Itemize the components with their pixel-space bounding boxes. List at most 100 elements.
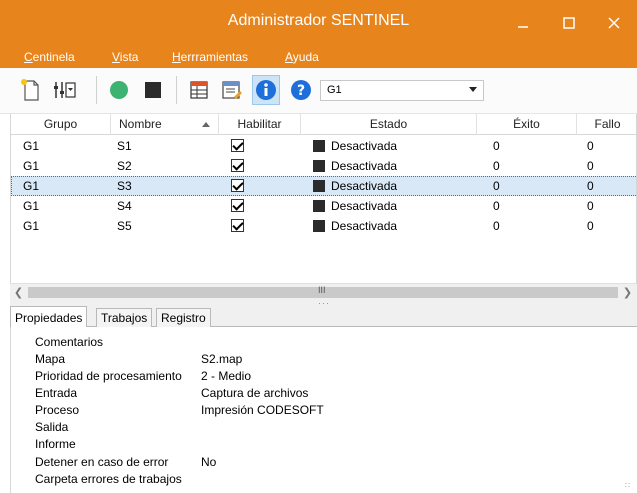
settings-button[interactable] — [50, 75, 78, 105]
table-row[interactable]: G1 S5 Desactivada 0 0 — [11, 216, 636, 236]
cell-fallo: 0 — [587, 219, 594, 233]
table-row[interactable]: G1 S4 Desactivada 0 0 — [11, 196, 636, 216]
maximize-button[interactable] — [546, 6, 592, 40]
column-header-habilitar[interactable]: Habilitar — [219, 114, 301, 135]
enable-checkbox[interactable] — [231, 199, 244, 212]
table-row[interactable]: G1 S2 Desactivada 0 0 — [11, 156, 636, 176]
cell-estado: Desactivada — [331, 219, 398, 233]
prop-label-comentarios: Comentarios — [35, 335, 104, 349]
group-selector[interactable]: G1 — [320, 80, 484, 101]
cell-grupo: G1 — [23, 139, 40, 153]
cell-fallo: 0 — [587, 159, 594, 173]
cell-nombre: S5 — [117, 219, 132, 233]
detail-tabs: Propiedades Trabajos Registro — [10, 306, 637, 328]
status-indicator — [313, 200, 325, 212]
prop-value-detener: No — [201, 455, 217, 469]
title-bar: Administrador SENTINEL — [0, 0, 637, 46]
svg-text:?: ? — [297, 83, 305, 99]
cell-grupo: G1 — [23, 179, 40, 193]
cell-estado: Desactivada — [331, 159, 398, 173]
tab-propiedades[interactable]: Propiedades — [10, 306, 88, 328]
cell-fallo: 0 — [587, 139, 594, 153]
prop-label-mapa: Mapa — [35, 352, 66, 366]
properties-panel: Comentarios Mapa S2.map Prioridad de pro… — [10, 327, 637, 493]
toolbar: ? G1 — [0, 68, 637, 114]
cell-exito: 0 — [493, 159, 500, 173]
menu-centinela[interactable]: Centinela — [24, 50, 75, 64]
app-window: Administrador SENTINEL Centinela Vista H… — [0, 0, 637, 493]
sliders-icon — [54, 82, 76, 98]
new-document-icon — [21, 79, 39, 101]
cell-nombre: S3 — [117, 179, 132, 193]
cell-estado: Desactivada — [331, 179, 398, 193]
start-icon — [110, 81, 128, 99]
properties-icon — [222, 81, 242, 99]
table-row-selected[interactable]: G1 S3 Desactivada 0 0 — [11, 176, 636, 196]
prop-label-carpeta-errores: Carpeta errores de trabajos — [35, 472, 182, 486]
status-indicator — [313, 220, 325, 232]
stop-button[interactable] — [139, 75, 167, 105]
minimize-button[interactable] — [500, 6, 546, 40]
column-header-exito[interactable]: Éxito — [477, 114, 577, 135]
sentinel-grid: Grupo Nombre Habilitar Estado Éxito Fall… — [10, 114, 637, 300]
info-button[interactable] — [252, 75, 280, 105]
sort-ascending-icon — [202, 122, 210, 127]
status-indicator — [313, 180, 325, 192]
toolbar-separator — [176, 76, 177, 104]
table-row[interactable]: G1 S1 Desactivada 0 0 — [11, 136, 636, 156]
scrollbar-thumb[interactable]: III — [28, 285, 618, 298]
enable-checkbox[interactable] — [231, 179, 244, 192]
edit-properties-button[interactable] — [218, 75, 246, 105]
cell-fallo: 0 — [587, 199, 594, 213]
grid-header: Grupo Nombre Habilitar Estado Éxito Fall… — [11, 114, 636, 135]
scroll-left-icon[interactable]: ❮ — [10, 284, 27, 301]
prop-label-prioridad: Prioridad de procesamiento — [35, 369, 182, 383]
scroll-grip: III — [318, 285, 326, 295]
enable-checkbox[interactable] — [231, 159, 244, 172]
prop-label-proceso: Proceso — [35, 403, 80, 417]
maximize-icon — [563, 17, 575, 29]
menu-ayuda[interactable]: Ayuda — [285, 50, 319, 64]
grid-view-button[interactable] — [185, 75, 213, 105]
column-header-nombre[interactable]: Nombre — [111, 114, 219, 135]
new-button[interactable] — [16, 75, 44, 105]
menu-herramientas[interactable]: Herrramientas — [172, 50, 248, 64]
cell-estado: Desactivada — [331, 139, 398, 153]
cell-fallo: 0 — [587, 179, 594, 193]
cell-estado: Desactivada — [331, 199, 398, 213]
toolbar-separator — [96, 76, 97, 104]
stop-icon — [145, 82, 161, 98]
column-header-estado[interactable]: Estado — [301, 114, 477, 135]
help-icon: ? — [291, 80, 311, 100]
cell-nombre: S2 — [117, 159, 132, 173]
column-header-nombre-label: Nombre — [119, 117, 162, 131]
status-indicator — [313, 160, 325, 172]
close-button[interactable] — [591, 6, 637, 40]
info-icon — [256, 80, 276, 100]
menu-vista[interactable]: Vista — [112, 50, 138, 64]
column-header-grupo[interactable]: Grupo — [11, 114, 111, 135]
tab-trabajos[interactable]: Trabajos — [96, 308, 153, 327]
cell-grupo: G1 — [23, 159, 40, 173]
help-button[interactable]: ? — [287, 75, 315, 105]
prop-label-salida: Salida — [35, 420, 69, 434]
tab-registro[interactable]: Registro — [156, 308, 211, 327]
status-indicator — [313, 140, 325, 152]
table-icon — [190, 81, 208, 99]
enable-checkbox[interactable] — [231, 219, 244, 232]
cell-nombre: S1 — [117, 139, 132, 153]
prop-value-proceso: Impresión CODESOFT — [201, 403, 324, 417]
cell-grupo: G1 — [23, 219, 40, 233]
chevron-down-icon — [469, 87, 477, 92]
prop-label-entrada: Entrada — [35, 386, 78, 400]
minimize-icon — [518, 26, 528, 28]
prop-value-entrada: Captura de archivos — [201, 386, 309, 400]
column-header-fallo[interactable]: Fallo — [577, 114, 636, 135]
enable-checkbox[interactable] — [231, 139, 244, 152]
resize-grip-icon[interactable]: ∷ — [625, 481, 635, 491]
close-icon — [608, 17, 620, 29]
start-button[interactable] — [105, 75, 133, 105]
menu-bar: Centinela Vista Herrramientas Ayuda — [0, 46, 637, 68]
scroll-right-icon[interactable]: ❯ — [619, 284, 636, 301]
prop-value-prioridad: 2 - Medio — [201, 369, 252, 383]
